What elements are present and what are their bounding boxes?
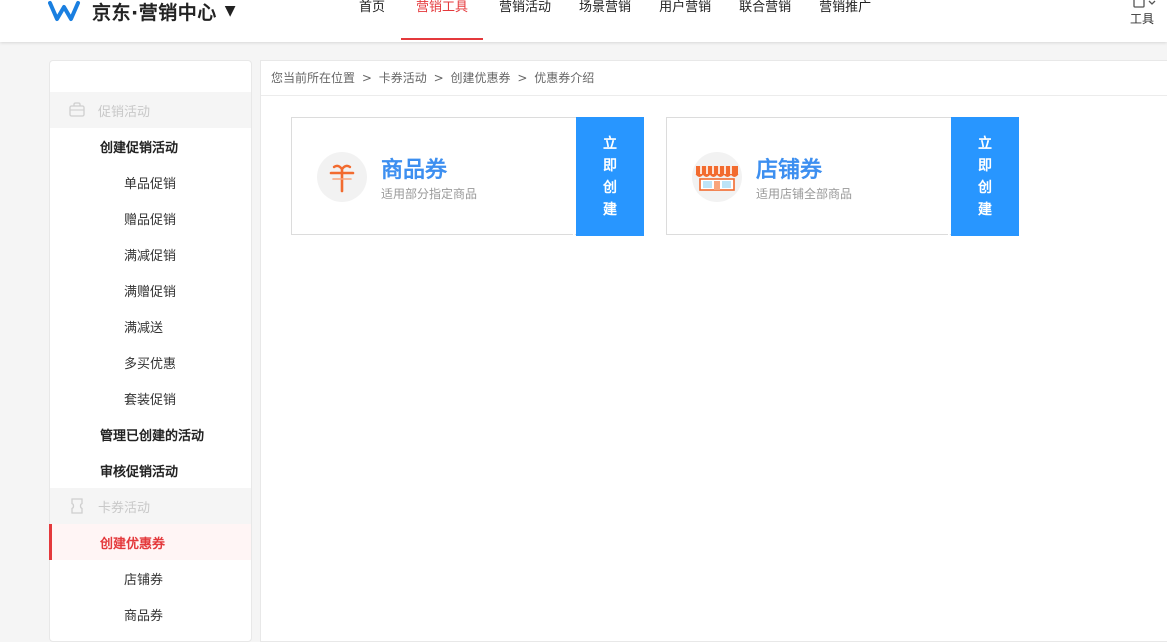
nav-marketing-activities[interactable]: 营销活动 <box>485 0 565 40</box>
sidebar-group-coupons[interactable]: 卡券活动 <box>50 488 251 524</box>
main-panel: 您当前所在位置 > 卡券活动 > 创建优惠券 > 优惠券介绍 商品券 适用部分指… <box>260 60 1167 642</box>
ticket-icon <box>71 498 83 514</box>
coupon-card-product: 商品券 适用部分指定商品 立 即 创 建 <box>291 117 644 236</box>
button-char: 即 <box>603 157 617 174</box>
toolbox-icon <box>1133 0 1156 8</box>
sidebar-item-product-coupon[interactable]: 商品券 <box>50 596 251 632</box>
coupon-description: 适用部分指定商品 <box>381 187 478 201</box>
create-now-button[interactable]: 立 即 创 建 <box>573 117 644 236</box>
nav-marketing-promotion[interactable]: 营销推广 <box>805 0 885 40</box>
logo[interactable]: 京东·营销中心 ▼ <box>48 0 236 26</box>
bag-icon <box>69 102 85 117</box>
sidebar-item-create-promotion[interactable]: 创建促销活动 <box>50 128 251 164</box>
coupon-card-shop: 店铺券 适用店铺全部商品 立 即 创 建 <box>666 117 1019 236</box>
top-header: 京东·营销中心 ▼ 首页 营销工具 营销活动 场景营销 用户营销 联合营销 营销… <box>0 0 1167 42</box>
sidebar-item-review-promotions[interactable]: 审核促销活动 <box>50 452 251 488</box>
logo-caret-icon[interactable]: ▼ <box>225 3 236 19</box>
shop-icon <box>692 152 742 202</box>
sidebar-item-multi-buy[interactable]: 多买优惠 <box>50 344 251 380</box>
sidebar-group-promotions[interactable]: 促销活动 <box>50 92 251 128</box>
sidebar-item-bundle[interactable]: 套装促销 <box>50 380 251 416</box>
breadcrumb-separator: > <box>517 71 528 85</box>
sidebar-item-shop-coupon[interactable]: 店铺券 <box>50 560 251 596</box>
sidebar-item-reduction-send[interactable]: 满减送 <box>50 308 251 344</box>
breadcrumb-item[interactable]: 创建优惠券 <box>450 71 510 85</box>
button-char: 立 <box>603 135 617 152</box>
breadcrumb-separator: > <box>433 71 444 85</box>
breadcrumb-item-current: 优惠券介绍 <box>534 71 595 85</box>
breadcrumb: 您当前所在位置 > 卡券活动 > 创建优惠券 > 优惠券介绍 <box>261 61 1167 96</box>
nav-home[interactable]: 首页 <box>345 0 399 40</box>
nav-marketing-tools[interactable]: 营销工具 <box>401 0 484 40</box>
create-now-button[interactable]: 立 即 创 建 <box>948 117 1019 236</box>
perforation-edge <box>948 117 954 236</box>
tools-menu[interactable]: 工具 <box>1122 0 1162 27</box>
tools-label: 工具 <box>1129 12 1154 26</box>
breadcrumb-item[interactable]: 卡券活动 <box>379 71 427 85</box>
button-char: 创 <box>978 179 992 196</box>
sidebar-item-gift-promotion[interactable]: 赠品促销 <box>50 200 251 236</box>
breadcrumb-prefix: 您当前所在位置 <box>271 71 356 85</box>
coupon-description: 适用店铺全部商品 <box>756 187 853 201</box>
sidebar-group-label: 卡券活动 <box>98 500 151 516</box>
gift-icon <box>317 152 367 202</box>
sidebar: 促销活动 创建促销活动 单品促销 赠品促销 满减促销 满赠促销 满减送 多买优惠… <box>49 60 252 642</box>
breadcrumb-separator: > <box>361 71 372 85</box>
sidebar-item-create-coupon[interactable]: 创建优惠券 <box>49 524 251 560</box>
nav-joint-marketing[interactable]: 联合营销 <box>725 0 805 40</box>
button-char: 创 <box>603 179 617 196</box>
coupon-title: 店铺券 <box>756 158 823 183</box>
perforation-edge <box>573 117 579 236</box>
sidebar-item-full-reduction[interactable]: 满减促销 <box>50 236 251 272</box>
main-nav: 首页 营销工具 营销活动 场景营销 用户营销 联合营销 营销推广 <box>345 0 885 42</box>
button-char: 即 <box>978 157 992 174</box>
button-char: 建 <box>978 201 992 218</box>
nav-user-marketing[interactable]: 用户营销 <box>645 0 725 40</box>
nav-scene-marketing[interactable]: 场景营销 <box>565 0 645 40</box>
sidebar-item-manage-activities[interactable]: 管理已创建的活动 <box>50 416 251 452</box>
sidebar-group-label: 促销活动 <box>98 104 151 120</box>
logo-text: 京东·营销中心 <box>92 1 217 24</box>
coupon-title: 商品券 <box>381 158 448 183</box>
sidebar-item-full-gift[interactable]: 满赠促销 <box>50 272 251 308</box>
button-char: 建 <box>603 201 617 218</box>
jd-logo-icon <box>48 1 80 21</box>
sidebar-item-single-promotion[interactable]: 单品促销 <box>50 164 251 200</box>
button-char: 立 <box>978 135 992 152</box>
